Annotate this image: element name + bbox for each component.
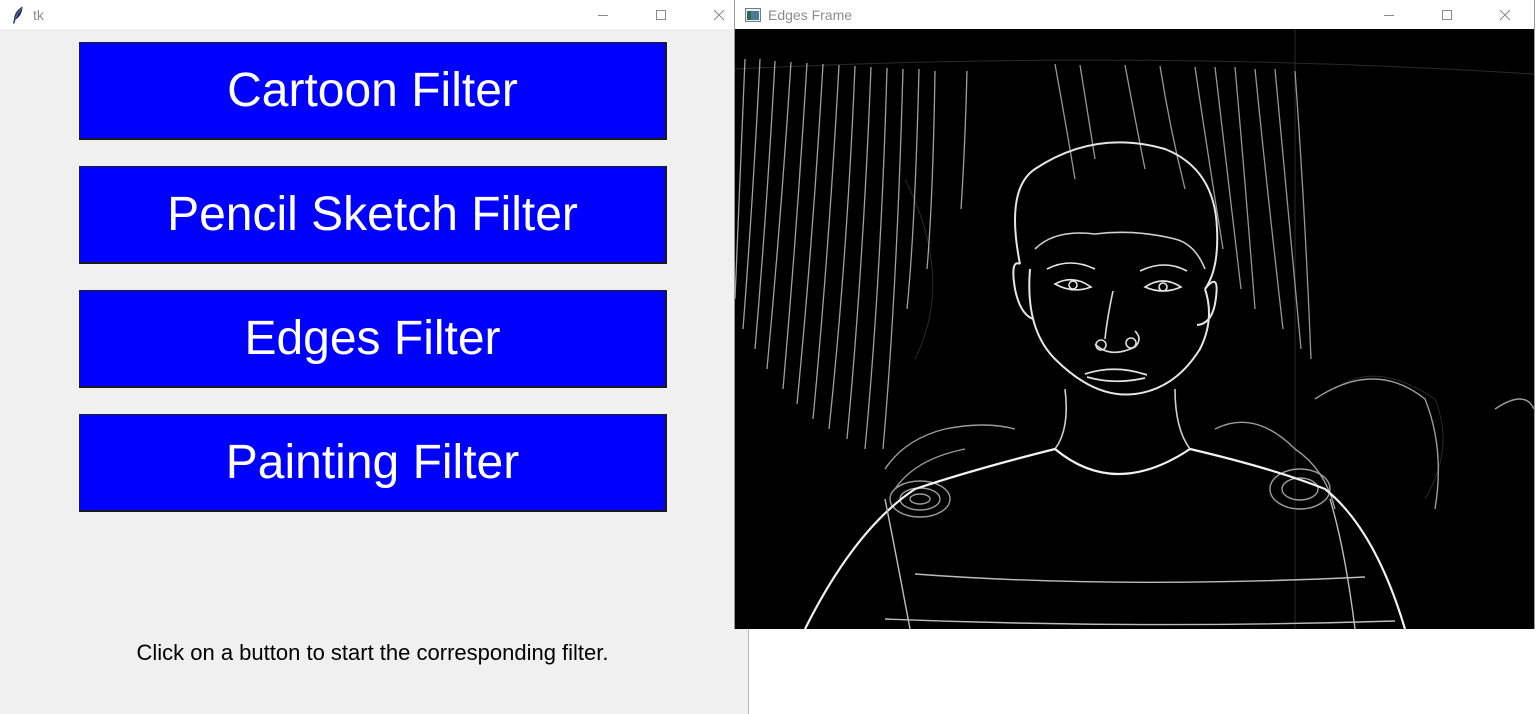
app-window-icon: [745, 7, 761, 23]
edges-filter-button[interactable]: Edges Filter: [79, 290, 667, 388]
maximize-button[interactable]: [632, 0, 690, 29]
maximize-icon: [1442, 9, 1452, 20]
painting-filter-button[interactable]: Painting Filter: [79, 414, 667, 512]
minimize-button[interactable]: [574, 0, 632, 29]
edge-detected-webcam-frame: [734, 29, 1535, 630]
caption-buttons: [574, 0, 748, 29]
window-title: Edges Frame: [768, 6, 853, 23]
pencil-sketch-filter-button[interactable]: Pencil Sketch Filter: [79, 166, 667, 264]
caption-buttons: [1360, 0, 1534, 29]
edges-titlebar[interactable]: Edges Frame: [735, 0, 1534, 29]
tk-client-area: Cartoon Filter Pencil Sketch Filter Edge…: [0, 29, 748, 714]
cartoon-filter-button[interactable]: Cartoon Filter: [79, 42, 667, 140]
minimize-icon: [598, 14, 608, 16]
close-button[interactable]: [1476, 0, 1534, 29]
edges-frame-window: Edges Frame: [734, 0, 1535, 630]
close-icon: [713, 9, 725, 20]
tk-titlebar[interactable]: tk: [0, 0, 748, 29]
close-icon: [1499, 9, 1511, 20]
tk-window: tk Cartoon Filter Pencil Sketch Filter E…: [0, 0, 749, 714]
feather-icon: [10, 6, 26, 23]
window-title: tk: [33, 6, 44, 23]
minimize-button[interactable]: [1360, 0, 1418, 29]
edges-frame-image: [734, 29, 1535, 630]
maximize-button[interactable]: [1418, 0, 1476, 29]
status-label: Click on a button to start the correspon…: [136, 640, 609, 665]
maximize-icon: [656, 9, 666, 20]
minimize-icon: [1384, 14, 1394, 16]
